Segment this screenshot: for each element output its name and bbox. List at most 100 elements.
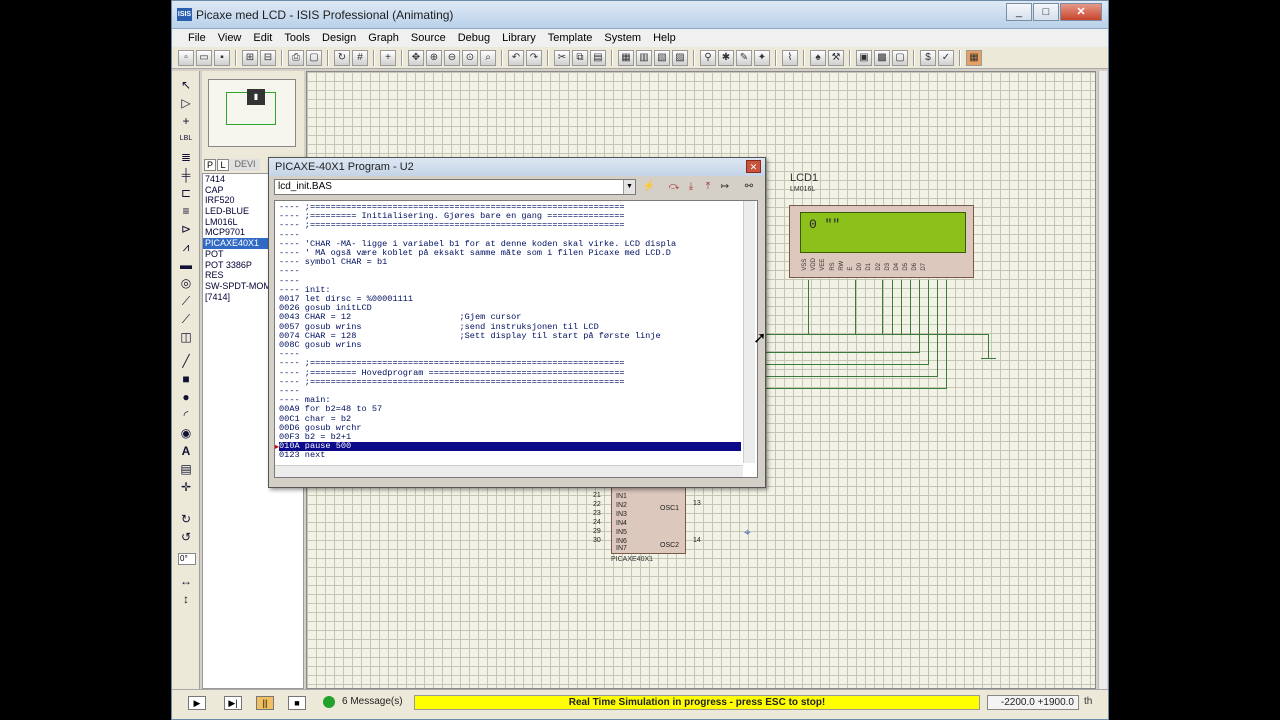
package-tool-icon[interactable]: ✎ [736, 49, 752, 66]
menu-source[interactable]: Source [405, 32, 452, 44]
step-over-icon[interactable]: ⤼ [666, 179, 682, 195]
zoom-out-icon[interactable]: ⊖ [444, 49, 460, 66]
marker-icon[interactable]: ✛ [178, 479, 194, 495]
menu-edit[interactable]: Edit [247, 32, 278, 44]
rotate-clockwise-icon[interactable]: ↻ [178, 511, 194, 527]
play-button[interactable]: ▶ [188, 696, 206, 710]
pan-icon[interactable]: ✥ [408, 49, 424, 66]
save-icon[interactable]: ▪ [214, 49, 230, 66]
redo-icon[interactable]: ↷ [526, 49, 542, 66]
terminals-icon[interactable]: ≡ [178, 203, 194, 219]
selection-mode-icon[interactable]: ↖ [178, 77, 194, 93]
menu-view[interactable]: View [212, 32, 248, 44]
code-horizontal-scrollbar[interactable] [275, 465, 743, 477]
generator-icon[interactable]: ◎ [178, 275, 194, 291]
pick-device-icon[interactable]: ⚲ [700, 49, 716, 66]
wire-label-icon[interactable]: LBL [178, 131, 194, 147]
text-script-icon[interactable]: ≣ [178, 149, 194, 165]
bus-icon[interactable]: ╪ [178, 167, 194, 183]
cut-icon[interactable]: ✂ [554, 49, 570, 66]
voltage-probe-icon[interactable]: ⟋ [178, 293, 194, 309]
menu-design[interactable]: Design [316, 32, 362, 44]
run-icon[interactable]: ⚡ [641, 179, 657, 195]
text-icon[interactable]: A [178, 443, 194, 459]
breakpoint-icon[interactable]: ⚯ [741, 179, 757, 195]
canvas-vertical-scrollbar[interactable] [1098, 71, 1107, 689]
paste-icon[interactable]: ▤ [590, 49, 606, 66]
library-manager-button[interactable]: L [217, 159, 229, 171]
program-window-close-icon[interactable]: ✕ [746, 160, 761, 173]
virtual-instruments-icon[interactable]: ◫ [178, 329, 194, 345]
bom-icon[interactable]: $ [920, 49, 936, 66]
close-button[interactable]: ✕ [1060, 3, 1102, 21]
goto-sheet-icon[interactable]: ▢ [892, 49, 908, 66]
path-icon[interactable]: ◉ [178, 425, 194, 441]
step-out-icon[interactable]: ⤒ [700, 179, 716, 195]
block-rotate-icon[interactable]: ▧ [654, 49, 670, 66]
remove-sheet-icon[interactable]: ▩ [874, 49, 890, 66]
junction-dot-icon[interactable]: + [178, 113, 194, 129]
arc-icon[interactable]: ◜ [178, 407, 194, 423]
stop-button[interactable]: ■ [288, 696, 306, 710]
grid-icon[interactable]: # [352, 49, 368, 66]
undo-icon[interactable]: ↶ [508, 49, 524, 66]
property-tool-icon[interactable]: ⚒ [828, 49, 844, 66]
export-icon[interactable]: ⊟ [260, 49, 276, 66]
chevron-down-icon[interactable]: ▼ [623, 180, 635, 194]
symbol-icon[interactable]: ▤ [178, 461, 194, 477]
zoom-in-icon[interactable]: ⊕ [426, 49, 442, 66]
circle-icon[interactable]: ● [178, 389, 194, 405]
rotation-angle-field[interactable]: 0° [178, 553, 196, 565]
import-icon[interactable]: ⊞ [242, 49, 258, 66]
block-copy-icon[interactable]: ▦ [618, 49, 634, 66]
overview-window[interactable]: ▮ [208, 79, 296, 147]
line-icon[interactable]: ╱ [178, 353, 194, 369]
wire-autorouter-icon[interactable]: ⌇ [782, 49, 798, 66]
subcircuit-icon[interactable]: ⊏ [178, 185, 194, 201]
open-file-icon[interactable]: ▭ [196, 49, 212, 66]
zoom-all-icon[interactable]: ⊙ [462, 49, 478, 66]
netlist-to-ares-icon[interactable]: ▦ [966, 49, 982, 66]
message-count[interactable]: 6 Message(s) [342, 696, 403, 707]
graph-icon[interactable]: ⩘ [178, 239, 194, 255]
search-tag-icon[interactable]: ♠ [810, 49, 826, 66]
minimize-button[interactable]: _ [1006, 3, 1032, 21]
x-mirror-icon[interactable]: ↔ [178, 573, 194, 589]
source-file-select[interactable]: lcd_init.BAS ▼ [274, 179, 636, 195]
lcd-component[interactable]: 0 "" VSS VDD VEE RS RW E D0 D1 D2 D3 D4 … [789, 205, 974, 278]
menu-system[interactable]: System [598, 32, 647, 44]
menu-help[interactable]: Help [647, 32, 682, 44]
make-device-icon[interactable]: ✱ [718, 49, 734, 66]
pause-button[interactable]: || [256, 696, 274, 710]
program-window-titlebar[interactable]: PICAXE-40X1 Program - U2 ✕ [269, 158, 765, 176]
component-mode-icon[interactable]: ▷ [178, 95, 194, 111]
block-move-icon[interactable]: ▥ [636, 49, 652, 66]
box-icon[interactable]: ■ [178, 371, 194, 387]
step-into-icon[interactable]: ⤓ [683, 179, 699, 195]
maximize-button[interactable]: □ [1033, 3, 1059, 21]
new-sheet-icon[interactable]: ▣ [856, 49, 872, 66]
tape-recorder-icon[interactable]: ▬ [178, 257, 194, 273]
print-icon[interactable]: ⎙ [288, 49, 304, 66]
refresh-icon[interactable]: ↻ [334, 49, 350, 66]
menu-file[interactable]: File [182, 32, 212, 44]
picaxe-component[interactable]: IN1 IN2 IN3 IN4 IN5 IN6 IN7 OSC1 OSC2 [611, 484, 686, 554]
device-pins-icon[interactable]: ⊳ [178, 221, 194, 237]
decompose-icon[interactable]: ✦ [754, 49, 770, 66]
print-area-icon[interactable]: ▢ [306, 49, 322, 66]
current-probe-icon[interactable]: ⟋ [178, 311, 194, 327]
menu-debug[interactable]: Debug [452, 32, 496, 44]
origin-icon[interactable]: + [380, 49, 396, 66]
block-delete-icon[interactable]: ▨ [672, 49, 688, 66]
zoom-area-icon[interactable]: ⌕ [480, 49, 496, 66]
new-file-icon[interactable]: ▫ [178, 49, 194, 66]
y-mirror-icon[interactable]: ↕ [178, 591, 194, 607]
source-code-view[interactable]: ---- ;==================================… [274, 200, 758, 478]
copy-icon[interactable]: ⧉ [572, 49, 588, 66]
rotate-anticlockwise-icon[interactable]: ↺ [178, 529, 194, 545]
menu-template[interactable]: Template [542, 32, 599, 44]
step-button[interactable]: ▶| [224, 696, 242, 710]
menu-library[interactable]: Library [496, 32, 542, 44]
menu-graph[interactable]: Graph [362, 32, 405, 44]
pick-devices-button[interactable]: P [204, 159, 216, 171]
